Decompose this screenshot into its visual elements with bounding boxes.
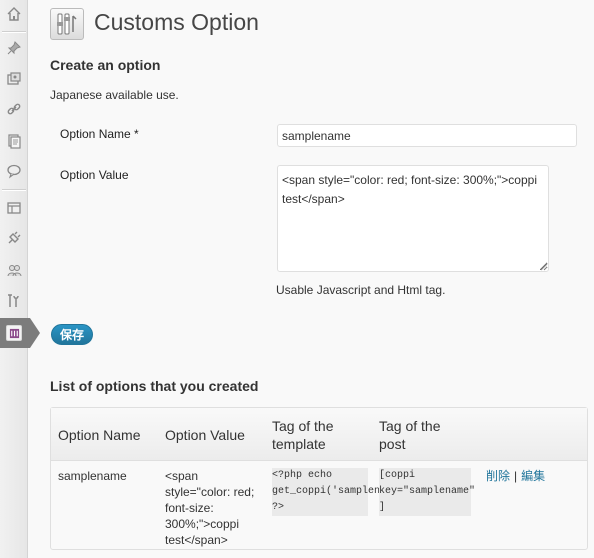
option-value-label: Option Value <box>60 168 129 182</box>
option-name-label: Option Name * <box>60 127 139 141</box>
save-button[interactable]: 保存 <box>51 324 93 345</box>
page-title: Customs Option <box>94 9 259 35</box>
customs-option-icon <box>6 325 22 341</box>
create-note: Japanese available use. <box>50 88 179 102</box>
column-option-name: Option Name <box>58 427 141 443</box>
media-icon[interactable] <box>0 65 28 93</box>
dashboard-icon[interactable] <box>0 0 28 28</box>
row-actions: 削除 | 編集 <box>486 468 545 484</box>
row-template-tag: <?php echo get_coppi('samplename'); ?> <box>272 468 416 516</box>
pages-icon[interactable] <box>0 127 28 155</box>
options-table: Option Name Option Value Tag of the temp… <box>50 407 588 550</box>
resize-handle[interactable] <box>539 262 548 271</box>
edit-link[interactable]: 編集 <box>521 469 545 483</box>
appearance-icon[interactable] <box>0 194 28 222</box>
delete-link[interactable]: 削除 <box>486 469 510 483</box>
action-separator: | <box>514 469 518 483</box>
row-post-tag: [coppi key="samplename" ] <box>379 468 475 516</box>
create-heading: Create an option <box>50 57 161 73</box>
sidebar-item-customs-option[interactable] <box>0 318 40 348</box>
column-post-tag: Tag of the post <box>379 418 441 452</box>
usable-hint: Usable Javascript and Html tag. <box>276 283 446 297</box>
row-option-name: samplename <box>58 469 127 483</box>
option-name-input[interactable] <box>277 124 577 147</box>
links-icon[interactable] <box>0 95 28 123</box>
row-option-value: <span style="color: red; font-size: 300%… <box>165 469 255 547</box>
pin-icon[interactable] <box>0 34 28 62</box>
plugins-icon[interactable] <box>0 224 28 252</box>
users-icon[interactable] <box>0 256 28 284</box>
column-option-value: Option Value <box>165 427 245 443</box>
page-icon <box>50 8 84 40</box>
admin-sidebar <box>0 0 28 558</box>
comments-icon[interactable] <box>0 157 28 185</box>
option-value-textarea[interactable]: <span style="color: red; font-size: 300%… <box>277 165 549 272</box>
tools-icon[interactable] <box>0 287 28 315</box>
table-header: Option Name Option Value Tag of the temp… <box>51 408 587 461</box>
list-heading: List of options that you created <box>50 378 259 394</box>
column-template-tag: Tag of the template <box>272 418 334 452</box>
